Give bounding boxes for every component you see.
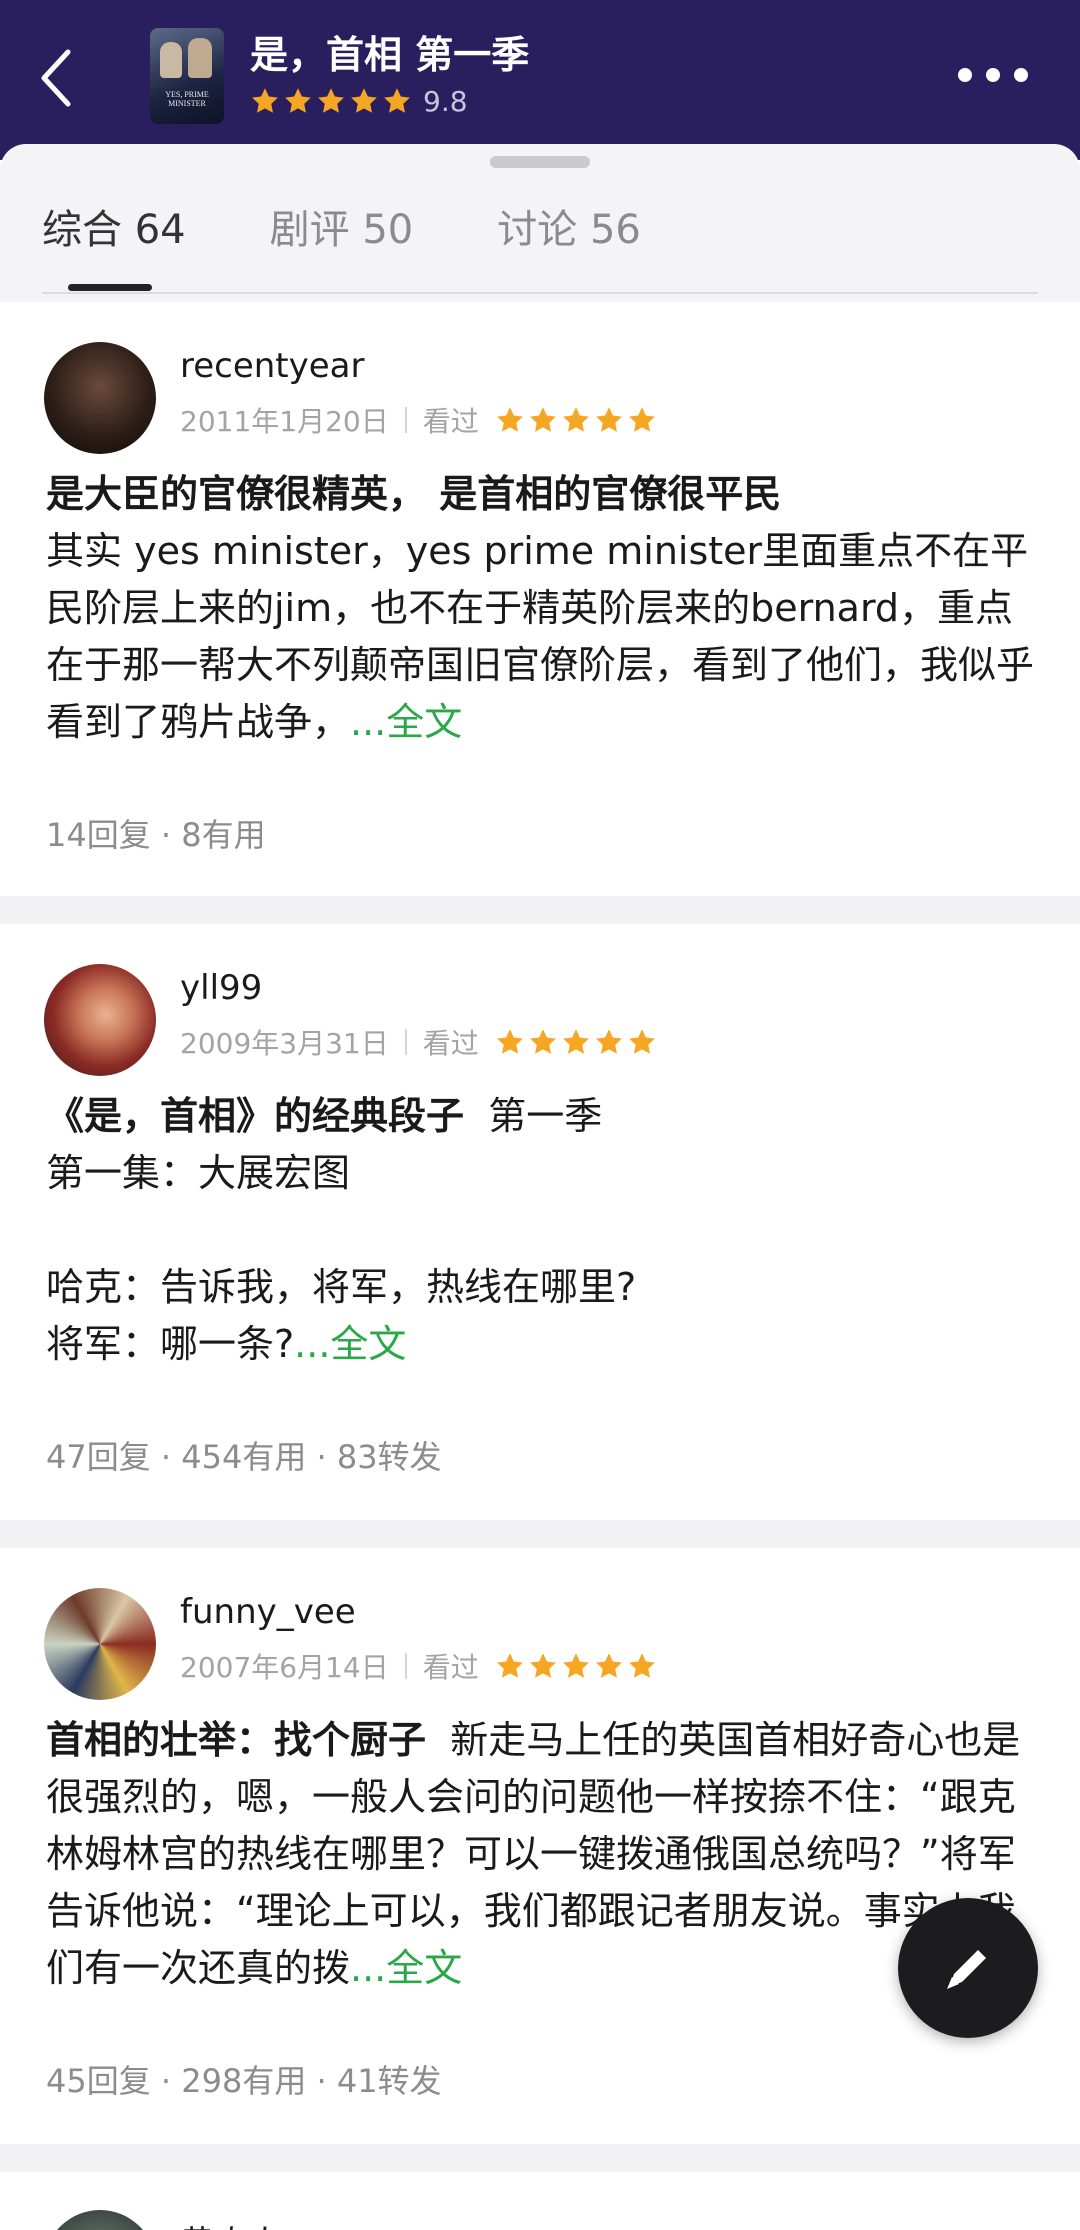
star-icon [529, 1653, 556, 1678]
review-date: 2009年3月31日 [180, 1027, 389, 1060]
review-meta: 2009年3月31日 看过 [180, 1022, 660, 1062]
star-icon [529, 407, 556, 432]
review-card[interactable]: recentyear 2011年1月20日 看过 是大臣的官僚很精英， 是首相的… [0, 302, 1080, 896]
review-content[interactable]: 是大臣的官僚很精英， 是首相的官僚很平民 其实 yes minister，yes… [46, 466, 1046, 751]
avatar[interactable] [44, 342, 156, 454]
page-title: 是，首相 第一季 [250, 33, 530, 77]
review-title-line: 《是，首相》的经典段子 第一季 [46, 1088, 1046, 1145]
review-stars [495, 405, 660, 435]
star-icon [595, 1029, 622, 1054]
tab-all[interactable]: 综合 64 [42, 200, 186, 260]
review-title: 首相的壮举：找个厨子 [46, 1718, 427, 1762]
review-line [46, 1202, 1046, 1259]
review-line: 哈克：告诉我，将军，热线在哪里? [46, 1265, 637, 1309]
review-title-suffix: 第一季 [488, 1094, 603, 1138]
tab-indicator [68, 284, 152, 291]
review-title: 是大臣的官僚很精英， 是首相的官僚很平民 [46, 472, 782, 516]
review-stars [495, 1027, 660, 1057]
back-button[interactable] [28, 40, 84, 116]
poster-figure [188, 38, 212, 78]
section-separator [0, 896, 1080, 924]
more-horizontal-icon [958, 68, 972, 82]
read-more-link[interactable]: ...全文 [350, 1946, 462, 1990]
divider [404, 1029, 407, 1055]
rating-row: 9.8 [250, 84, 529, 118]
watch-status: 看过 [422, 1651, 479, 1684]
review-username[interactable]: 黄肉人 [180, 2216, 282, 2230]
star-icon [496, 407, 523, 432]
star-icon [496, 1653, 523, 1678]
star-icon [562, 1653, 589, 1678]
sheet-header: 综合 64 剧评 50 讨论 56 [0, 144, 1080, 302]
review-stars [495, 1651, 660, 1681]
star-icon [628, 1653, 655, 1678]
review-date: 2011年1月20日 [180, 405, 389, 438]
section-separator [0, 1520, 1080, 1548]
star-icon [595, 407, 622, 432]
review-username[interactable]: recentyear [180, 346, 365, 386]
review-excerpt: 将军：哪一条? [46, 1322, 295, 1366]
avatar[interactable] [44, 1588, 156, 1700]
review-line: 将军：哪一条?...全文 [46, 1316, 1046, 1373]
pen-icon [947, 1950, 986, 1989]
divider [404, 1653, 407, 1679]
write-review-button[interactable] [898, 1898, 1038, 2038]
review-stats: 14回复 · 8有用 [46, 816, 266, 854]
watch-status: 看过 [422, 1027, 479, 1060]
title-block: 是，首相 第一季 9.8 [250, 28, 529, 118]
app-header: YES, PRIME MINISTER 是，首相 第一季 9.8 [0, 0, 1080, 160]
tab-reviews[interactable]: 剧评 50 [270, 200, 414, 260]
star-icon [529, 1029, 556, 1054]
read-more-link[interactable]: ...全文 [350, 700, 462, 744]
review-meta: 2007年6月14日 看过 [180, 1646, 660, 1686]
review-content[interactable]: 首相的壮举：找个厨子 新走马上任的英国首相好奇心也是很强烈的，嗯，一般人会问的问… [46, 1712, 1046, 1997]
star-icon [384, 88, 410, 113]
watch-status: 看过 [422, 405, 479, 438]
star-icon [285, 88, 311, 113]
review-line: 第一集：大展宏图 [46, 1151, 351, 1195]
avatar[interactable] [44, 964, 156, 1076]
star-icon [628, 1029, 655, 1054]
review-card[interactable]: yll99 2009年3月31日 看过 《是，首相》的经典段子 第一季 第一集：… [0, 924, 1080, 1520]
star-icon [595, 1653, 622, 1678]
review-meta: 2011年1月20日 看过 [180, 400, 660, 440]
rating-stars [250, 86, 415, 116]
section-separator [0, 2144, 1080, 2172]
star-icon [496, 1029, 523, 1054]
star-icon [562, 1029, 589, 1054]
tab-bar: 综合 64 剧评 50 讨论 56 [42, 200, 725, 260]
star-icon [628, 407, 655, 432]
read-more-link[interactable]: ...全文 [294, 1322, 406, 1366]
tab-discussions[interactable]: 讨论 56 [497, 200, 641, 260]
review-stats: 47回复 · 454有用 · 83转发 [46, 1438, 442, 1476]
star-icon [318, 88, 344, 113]
review-stats: 45回复 · 298有用 · 41转发 [46, 2062, 442, 2100]
review-title: 《是，首相》的经典段子 [46, 1094, 465, 1138]
review-date: 2007年6月14日 [180, 1651, 389, 1684]
star-icon [252, 88, 278, 113]
review-content[interactable]: 《是，首相》的经典段子 第一季 第一集：大展宏图 哈克：告诉我，将军，热线在哪里… [46, 1088, 1046, 1373]
poster-title: YES, PRIME MINISTER [165, 90, 209, 108]
drag-handle[interactable] [490, 156, 590, 168]
poster-figure [160, 42, 182, 78]
avatar[interactable] [44, 2210, 156, 2230]
chevron-left-icon [41, 49, 71, 107]
review-card[interactable]: funny_vee 2007年6月14日 看过 首相的壮举：找个厨子 新走马上任… [0, 1548, 1080, 2144]
poster-thumbnail[interactable]: YES, PRIME MINISTER [150, 28, 224, 124]
star-icon [562, 407, 589, 432]
more-button[interactable] [958, 58, 1028, 92]
review-card[interactable]: 黄肉人 [0, 2172, 1080, 2230]
more-horizontal-icon [986, 68, 1000, 82]
divider [42, 292, 1038, 294]
review-username[interactable]: yll99 [180, 968, 262, 1008]
more-horizontal-icon [1014, 68, 1028, 82]
review-username[interactable]: funny_vee [180, 1592, 356, 1632]
review-excerpt: 其实 yes minister，yes prime minister里面重点不在… [46, 529, 1035, 744]
star-icon [351, 88, 377, 113]
divider [404, 407, 407, 433]
rating-value: 9.8 [423, 84, 468, 118]
